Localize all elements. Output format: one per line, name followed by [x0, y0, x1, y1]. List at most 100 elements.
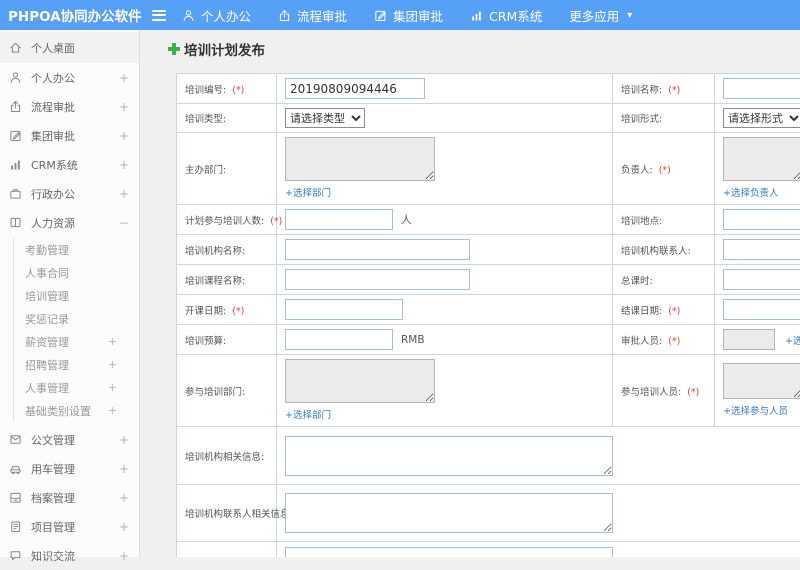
- join-dept-textarea[interactable]: [285, 359, 435, 403]
- total-hours-label: 总课时:: [621, 276, 653, 287]
- sidebar-item-集团审批[interactable]: 集团审批+: [0, 121, 139, 150]
- archive-icon: [9, 491, 23, 505]
- train-form-select[interactable]: 请选择形式: [723, 108, 800, 128]
- sidebar-item-label: 流程审批: [31, 99, 119, 115]
- form-row-train-no: 培训编号: (*)培训名称: (*): [177, 74, 800, 104]
- expand-icon[interactable]: +: [119, 158, 129, 172]
- topnav-item-个人办公[interactable]: 个人办公: [182, 6, 251, 25]
- expand-icon[interactable]: +: [119, 129, 129, 143]
- sidebar-item-项目管理[interactable]: 项目管理+: [0, 512, 139, 541]
- sidebar-subitem-人事合同[interactable]: 人事合同: [14, 261, 139, 284]
- expand-icon[interactable]: +: [119, 187, 129, 201]
- sidebar-item-人力资源[interactable]: 人力资源−: [0, 208, 139, 237]
- sidebar-item-个人桌面[interactable]: 个人桌面: [0, 32, 139, 63]
- org-info-textarea[interactable]: [285, 436, 613, 476]
- form-row-start-date: 开课日期: (*)结课日期: (*): [177, 295, 800, 325]
- join-people-select-link[interactable]: +选择参与人员: [723, 403, 788, 417]
- sidebar-item-用车管理[interactable]: 用车管理+: [0, 454, 139, 483]
- plan-count-input[interactable]: [285, 209, 393, 230]
- org-name-input[interactable]: [285, 239, 470, 260]
- expand-icon[interactable]: +: [119, 433, 129, 447]
- topnav-item-集团审批[interactable]: 集团审批: [374, 6, 443, 25]
- form-row-train-type: 培训类型:请选择类型培训形式:请选择形式: [177, 104, 800, 133]
- sidebar-subitem-招聘管理[interactable]: 招聘管理+: [14, 353, 139, 376]
- leader-label: 负责人:: [621, 165, 653, 176]
- train-type-select[interactable]: 请选择类型: [285, 108, 365, 128]
- budget-input[interactable]: [285, 329, 393, 350]
- org-info-label: 培训机构相关信息:: [185, 452, 264, 463]
- start-date-input[interactable]: [285, 299, 403, 320]
- plan-count-label: 计划参与培训人数:: [185, 216, 264, 227]
- sidebar-subitem-基础类别设置[interactable]: 基础类别设置+: [14, 399, 139, 422]
- sidebar-subitem-培训管理[interactable]: 培训管理: [14, 284, 139, 307]
- course-name-input[interactable]: [285, 269, 470, 290]
- required-mark: (*): [229, 306, 244, 317]
- join-people-textarea[interactable]: [723, 363, 800, 399]
- sidebar-subitem-考勤管理[interactable]: 考勤管理: [14, 238, 139, 261]
- budget-label: 培训预算:: [185, 336, 226, 347]
- form-row-budget: 培训预算:RMB审批人员: (*)+选择审批人员: [177, 325, 800, 355]
- topnav-item-流程审批[interactable]: 流程审批: [278, 6, 347, 25]
- leader-textarea[interactable]: [723, 137, 800, 181]
- sidebar-subitem-奖惩记录[interactable]: 奖惩记录: [14, 307, 139, 330]
- expand-icon[interactable]: +: [119, 491, 129, 505]
- page-title: 培训计划发布: [168, 39, 800, 59]
- host-dept-select-link[interactable]: +选择部门: [285, 185, 331, 199]
- sidebar-item-公文管理[interactable]: 公文管理+: [0, 425, 139, 454]
- join-dept-label: 参与培训部门:: [185, 387, 245, 398]
- book-icon: [9, 216, 23, 230]
- requirement-textarea[interactable]: [285, 547, 613, 558]
- required-mark: (*): [665, 85, 680, 96]
- org-contact-info-textarea[interactable]: [285, 493, 613, 533]
- expand-icon[interactable]: +: [108, 381, 117, 394]
- page-title-text: 培训计划发布: [184, 39, 265, 59]
- leader-select-link[interactable]: +选择负责人: [723, 185, 778, 199]
- train-name-input[interactable]: [723, 78, 800, 99]
- collapse-icon[interactable]: −: [119, 216, 129, 230]
- sidebar-subitem-label: 培训管理: [25, 288, 117, 304]
- required-mark: (*): [229, 85, 244, 96]
- join-dept-select-link[interactable]: +选择部门: [285, 407, 331, 421]
- total-hours-input[interactable]: [723, 269, 800, 290]
- training-plan-form: 培训编号: (*)培训名称: (*)培训类型:请选择类型培训形式:请选择形式主办…: [176, 73, 800, 557]
- app-brand: PHPOA协同办公软件: [0, 5, 148, 25]
- sidebar-item-CRM系统[interactable]: CRM系统+: [0, 150, 139, 179]
- expand-icon[interactable]: +: [119, 462, 129, 476]
- form-row-host-dept: 主办部门: +选择部门 负责人: (*) +选择负责人: [177, 133, 800, 205]
- train-no-input[interactable]: [285, 78, 425, 99]
- chevron-down-icon: ▾: [627, 10, 632, 21]
- place-input[interactable]: [723, 209, 800, 230]
- approver-input[interactable]: [723, 329, 775, 350]
- org-contact-input[interactable]: [723, 239, 800, 260]
- sidebar-item-流程审批[interactable]: 流程审批+: [0, 92, 139, 121]
- host-dept-textarea[interactable]: [285, 137, 435, 181]
- expand-icon[interactable]: +: [108, 335, 117, 348]
- expand-icon[interactable]: +: [119, 100, 129, 114]
- required-mark: (*): [656, 165, 671, 176]
- topnav-item-CRM系统[interactable]: CRM系统: [470, 6, 542, 25]
- sidebar-item-行政办公[interactable]: 行政办公+: [0, 179, 139, 208]
- car-icon: [9, 462, 23, 476]
- sidebar-item-个人办公[interactable]: 个人办公+: [0, 63, 139, 92]
- topnav-item-label: 个人办公: [201, 6, 251, 25]
- expand-icon[interactable]: +: [108, 404, 117, 417]
- topnav-item-label: 更多应用: [569, 6, 619, 25]
- approver-select-link[interactable]: +选择审批人员: [785, 333, 800, 347]
- plan-count-unit: 人: [401, 212, 412, 227]
- menu-toggle-icon[interactable]: [152, 7, 168, 23]
- topnav-item-更多应用[interactable]: 更多应用 ▾: [569, 6, 632, 25]
- sidebar-subitem-label: 人事管理: [25, 380, 108, 396]
- sidebar-item-档案管理[interactable]: 档案管理+: [0, 483, 139, 512]
- sidebar-item-知识交流[interactable]: 知识交流+: [0, 541, 139, 570]
- form-row-org-name: 培训机构名称:培训机构联系人:: [177, 235, 800, 265]
- sidebar-subitem-label: 考勤管理: [25, 242, 117, 258]
- sidebar-subitem-人事管理[interactable]: 人事管理+: [14, 376, 139, 399]
- expand-icon[interactable]: +: [108, 358, 117, 371]
- host-dept-label: 主办部门:: [185, 165, 226, 176]
- end-date-input[interactable]: [723, 299, 800, 320]
- edit-icon: [9, 129, 23, 143]
- expand-icon[interactable]: +: [119, 520, 129, 534]
- expand-icon[interactable]: +: [119, 549, 129, 563]
- expand-icon[interactable]: +: [119, 71, 129, 85]
- sidebar-subitem-薪资管理[interactable]: 薪资管理+: [14, 330, 139, 353]
